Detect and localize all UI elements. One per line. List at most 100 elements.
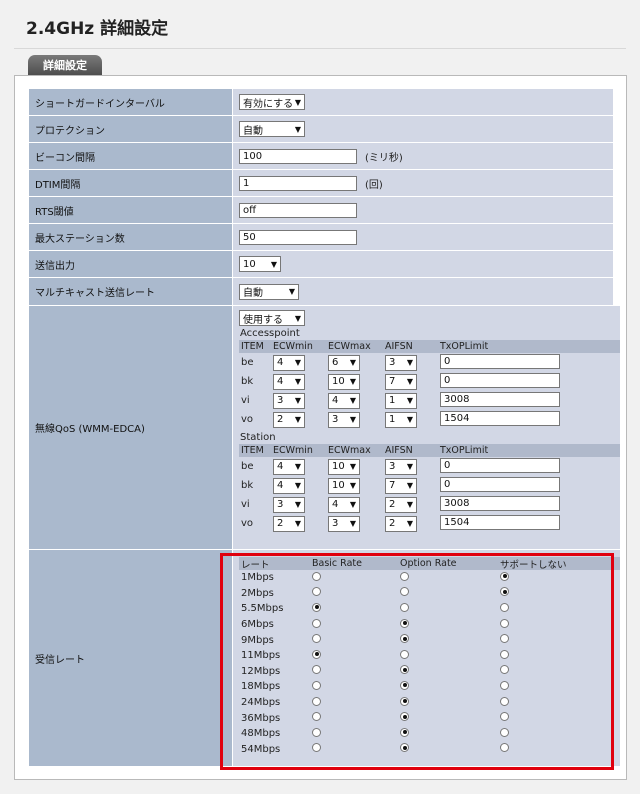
qos-item-label: vi bbox=[241, 395, 250, 406]
max-station-input[interactable]: 50 bbox=[239, 229, 357, 245]
option-rate-radio[interactable] bbox=[400, 696, 409, 706]
qos-item-label: be bbox=[241, 357, 254, 368]
chevron-down-icon: ▼ bbox=[349, 500, 356, 509]
option-rate-radio[interactable] bbox=[400, 634, 409, 644]
beacon-input[interactable]: 100 bbox=[239, 148, 357, 164]
none-rate-radio[interactable] bbox=[500, 696, 509, 706]
ecwmax-select[interactable]: 3 ▼ bbox=[328, 515, 360, 532]
basic-rate-radio[interactable] bbox=[312, 602, 321, 612]
aifsn-select[interactable]: 1 ▼ bbox=[385, 392, 417, 409]
none-rate-radio[interactable] bbox=[500, 649, 509, 659]
option-rate-radio[interactable] bbox=[400, 743, 409, 753]
settings-panel: ショートガードインターバル 有効にする ▼ プロテクション 自動 ▼ ビーコン間隔 … bbox=[14, 75, 627, 780]
max-station-label: 最大ステーション数 bbox=[29, 224, 233, 250]
ecwmin-select[interactable]: 4 ▼ bbox=[273, 373, 305, 390]
option-rate-radio[interactable] bbox=[400, 649, 409, 659]
ecwmin-select[interactable]: 4 ▼ bbox=[273, 354, 305, 371]
rate-name: 6Mbps bbox=[241, 619, 274, 631]
basic-rate-radio[interactable] bbox=[312, 587, 321, 597]
option-rate-radio[interactable] bbox=[400, 571, 409, 581]
aifsn-select[interactable]: 3 ▼ bbox=[385, 458, 417, 475]
txop-limit-input[interactable]: 0 bbox=[440, 457, 560, 473]
txop-limit-input[interactable]: 1504 bbox=[440, 410, 560, 426]
aifsn-select[interactable]: 7 ▼ bbox=[385, 477, 417, 494]
rate-name: 18Mbps bbox=[241, 681, 281, 693]
ecwmin-select[interactable]: 3 ▼ bbox=[273, 392, 305, 409]
txop-limit-input[interactable]: 3008 bbox=[440, 391, 560, 407]
dtim-input[interactable]: 1 bbox=[239, 175, 357, 191]
none-rate-radio[interactable] bbox=[500, 727, 509, 737]
ecwmin-select[interactable]: 4 ▼ bbox=[273, 458, 305, 475]
txop-limit-input[interactable]: 1504 bbox=[440, 514, 560, 530]
basic-rate-radio[interactable] bbox=[312, 649, 321, 659]
multicast-rate-select[interactable]: 自動 ▼ bbox=[239, 283, 299, 300]
ecwmin-select[interactable]: 4 ▼ bbox=[273, 477, 305, 494]
basic-rate-radio[interactable] bbox=[312, 727, 321, 737]
none-rate-radio[interactable] bbox=[500, 665, 509, 675]
accesspoint-title: Accesspoint bbox=[240, 328, 300, 339]
chevron-down-icon: ▼ bbox=[349, 462, 356, 471]
option-rate-radio[interactable] bbox=[400, 712, 409, 722]
option-rate-radio[interactable] bbox=[400, 665, 409, 675]
basic-rate-radio[interactable] bbox=[312, 618, 321, 628]
chevron-down-icon: ▼ bbox=[406, 415, 413, 424]
row-rts: RTS閾値 off bbox=[29, 197, 613, 224]
aifsn-select[interactable]: 2 ▼ bbox=[385, 515, 417, 532]
none-rate-radio[interactable] bbox=[500, 634, 509, 644]
ecwmax-select[interactable]: 10 ▼ bbox=[328, 373, 360, 390]
ecwmax-select[interactable]: 6 ▼ bbox=[328, 354, 360, 371]
basic-rate-radio[interactable] bbox=[312, 696, 321, 706]
basic-rate-radio[interactable] bbox=[312, 665, 321, 675]
txop-limit-input[interactable]: 0 bbox=[440, 353, 560, 369]
option-rate-radio[interactable] bbox=[400, 602, 409, 612]
basic-rate-radio[interactable] bbox=[312, 743, 321, 753]
none-rate-radio[interactable] bbox=[500, 712, 509, 722]
aifsn-select[interactable]: 7 ▼ bbox=[385, 373, 417, 390]
basic-rate-radio[interactable] bbox=[312, 571, 321, 581]
basic-rate-radio[interactable] bbox=[312, 634, 321, 644]
basic-rate-radio[interactable] bbox=[312, 712, 321, 722]
txop-limit-input[interactable]: 0 bbox=[440, 476, 560, 492]
aifsn-select[interactable]: 1 ▼ bbox=[385, 411, 417, 428]
rts-input[interactable]: off bbox=[239, 202, 357, 218]
tab-advanced-settings[interactable]: 詳細設定 bbox=[28, 55, 102, 75]
ecwmax-select[interactable]: 4 ▼ bbox=[328, 392, 360, 409]
qos-row: be 4 ▼ 6 ▼ 3 ▼ 0 bbox=[239, 353, 620, 372]
ecwmin-select[interactable]: 2 ▼ bbox=[273, 411, 305, 428]
txop-limit-input[interactable]: 0 bbox=[440, 372, 560, 388]
none-rate-radio[interactable] bbox=[500, 743, 509, 753]
rate-name: 9Mbps bbox=[241, 634, 274, 646]
basic-rate-radio[interactable] bbox=[312, 680, 321, 690]
option-rate-radio[interactable] bbox=[400, 680, 409, 690]
aifsn-select[interactable]: 3 ▼ bbox=[385, 354, 417, 371]
tx-power-select[interactable]: 10 ▼ bbox=[239, 256, 281, 272]
rate-header: レート Basic Rate Option Rate サポートしない bbox=[239, 557, 620, 571]
short-guard-select[interactable]: 有効にする ▼ bbox=[239, 94, 305, 110]
none-rate-radio[interactable] bbox=[500, 602, 509, 612]
ecwmax-select[interactable]: 3 ▼ bbox=[328, 411, 360, 428]
rate-name: 5.5Mbps bbox=[241, 603, 284, 615]
txop-limit-input[interactable]: 3008 bbox=[440, 495, 560, 511]
ecwmax-select[interactable]: 10 ▼ bbox=[328, 477, 360, 494]
qos-item-label: vi bbox=[241, 499, 250, 510]
none-rate-radio[interactable] bbox=[500, 680, 509, 690]
ecwmin-select[interactable]: 2 ▼ bbox=[273, 515, 305, 532]
chevron-down-icon: ▼ bbox=[406, 500, 413, 509]
ecwmax-select[interactable]: 10 ▼ bbox=[328, 458, 360, 475]
protection-select[interactable]: 自動 ▼ bbox=[239, 121, 305, 137]
ecwmax-select[interactable]: 4 ▼ bbox=[328, 496, 360, 513]
option-rate-radio[interactable] bbox=[400, 618, 409, 628]
rate-row: 6Mbps bbox=[239, 617, 620, 633]
none-rate-radio[interactable] bbox=[500, 571, 509, 581]
ecwmin-select[interactable]: 3 ▼ bbox=[273, 496, 305, 513]
row-tx-power: 送信出力 10 ▼ bbox=[29, 251, 613, 278]
option-rate-radio[interactable] bbox=[400, 587, 409, 597]
page-title: 2.4GHz 詳細設定 bbox=[26, 19, 169, 39]
qos-item-label: bk bbox=[241, 376, 254, 387]
none-rate-radio[interactable] bbox=[500, 618, 509, 628]
option-rate-radio[interactable] bbox=[400, 727, 409, 737]
aifsn-select[interactable]: 2 ▼ bbox=[385, 496, 417, 513]
qos-item-label: bk bbox=[241, 480, 254, 491]
qos-enable-select[interactable]: 使用する ▼ bbox=[239, 310, 305, 326]
none-rate-radio[interactable] bbox=[500, 587, 509, 597]
